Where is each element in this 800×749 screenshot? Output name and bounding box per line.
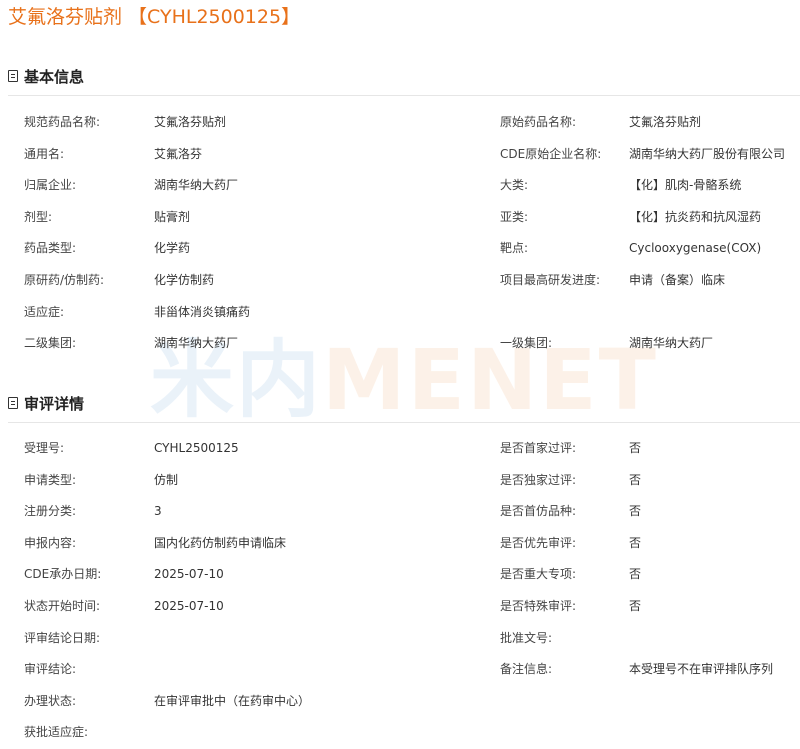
field-label: 适应症: <box>24 304 65 319</box>
info-row: 归属企业: 湖南华纳大药厂 大类: 【化】肌肉-骨骼系统 <box>0 170 800 202</box>
section-header-basic: 基本信息 <box>8 64 84 88</box>
field-value: 国内化药仿制药申请临床 <box>154 535 287 550</box>
field-value: 否 <box>629 441 642 455</box>
info-row: 原研药/仿制药: 化学仿制药 项目最高研发进度: 申请（备案）临床 <box>0 265 800 297</box>
field-label: 注册分类: <box>24 504 77 519</box>
section-divider <box>8 422 800 423</box>
field-value: 湖南华纳大药厂 <box>154 178 239 193</box>
field-label: 是否首仿品种: <box>500 504 577 519</box>
field-value: 非甾体消炎镇痛药 <box>154 304 251 319</box>
info-row: 注册分类: 3 是否首仿品种: 否 <box>0 496 800 528</box>
field-label: 是否独家过评: <box>500 472 577 487</box>
basic-info-table: 规范药品名称: 艾氟洛芬贴剂 原始药品名称: 艾氟洛芬贴剂通用名: 艾氟洛芬 CDE原始企… <box>0 107 800 360</box>
field-label: 是否特殊审评: <box>500 598 577 613</box>
field-value: 艾氟洛芬贴剂 <box>629 115 702 129</box>
field-value: 否 <box>629 598 642 613</box>
field-label: 是否首家过评: <box>500 441 577 455</box>
info-row: 获批适应症: <box>0 717 800 749</box>
info-row: 受理号: CYHL2500125 是否首家过评: 否 <box>0 433 800 465</box>
field-value: 否 <box>629 535 642 550</box>
field-label: 规范药品名称: <box>24 115 101 129</box>
field-label: 亚类: <box>500 209 529 224</box>
field-value: 否 <box>629 567 642 582</box>
field-label: CDE原始企业名称: <box>500 146 602 161</box>
field-value: 2025-07-10 <box>154 598 224 613</box>
field-label: 是否优先审评: <box>500 535 577 550</box>
section-header-review: 审评详情 <box>8 391 84 415</box>
info-row: 审评结论: 备注信息: 本受理号不在审评排队序列 <box>0 654 800 686</box>
field-label: 原始药品名称: <box>500 115 577 129</box>
field-label: 药品类型: <box>24 241 77 256</box>
field-value: 艾氟洛芬贴剂 <box>154 115 227 129</box>
field-value: 【化】肌肉-骨骼系统 <box>629 178 742 193</box>
field-label: 状态开始时间: <box>24 598 101 613</box>
field-label: 剂型: <box>24 209 53 224</box>
field-label: 大类: <box>500 178 529 193</box>
section-divider <box>8 95 800 96</box>
field-value: 贴膏剂 <box>154 209 191 224</box>
field-value: 化学药 <box>154 241 191 256</box>
info-row: 通用名: 艾氟洛芬 CDE原始企业名称: 湖南华纳大药厂股份有限公司 <box>0 139 800 171</box>
field-value: 仿制 <box>154 472 179 487</box>
info-row: 规范药品名称: 艾氟洛芬贴剂 原始药品名称: 艾氟洛芬贴剂 <box>0 107 800 139</box>
page-title: 艾氟洛芬贴剂 【CYHL2500125】 <box>8 6 301 28</box>
field-label: 审评结论: <box>24 662 77 677</box>
field-value: 【化】抗炎药和抗风湿药 <box>629 209 762 224</box>
field-label: 靶点: <box>500 241 529 256</box>
field-label: 项目最高研发进度: <box>500 272 601 287</box>
field-value: 艾氟洛芬 <box>154 146 203 161</box>
field-label: 备注信息: <box>500 662 553 677</box>
info-row: 评审结论日期: 批准文号: <box>0 623 800 655</box>
field-label: 是否重大专项: <box>500 567 577 582</box>
field-label: 申报内容: <box>24 535 77 550</box>
field-value: 否 <box>629 472 642 487</box>
field-label: 归属企业: <box>24 178 77 193</box>
field-value: 化学仿制药 <box>154 272 215 287</box>
field-value: 3 <box>154 504 162 519</box>
field-label: 办理状态: <box>24 693 77 708</box>
field-value: 在审评审批中（在药审中心） <box>154 693 311 708</box>
field-label: 受理号: <box>24 441 65 455</box>
field-value: 湖南华纳大药厂 <box>629 336 714 351</box>
section-title-basic: 基本信息 <box>24 67 85 86</box>
info-row: 二级集团: 湖南华纳大药厂 一级集团: 湖南华纳大药厂 <box>0 328 800 360</box>
field-label: 批准文号: <box>500 630 553 645</box>
section-title-review: 审评详情 <box>24 394 85 413</box>
document-icon <box>8 397 18 409</box>
info-row: 药品类型: 化学药 靶点: Cyclooxygenase(COX) <box>0 233 800 265</box>
review-detail-table: 受理号: CYHL2500125 是否首家过评: 否申请类型: 仿制 是否独家过评: 否注册… <box>0 433 800 749</box>
field-value: 湖南华纳大药厂股份有限公司 <box>629 146 786 161</box>
info-row: 剂型: 贴膏剂 亚类: 【化】抗炎药和抗风湿药 <box>0 202 800 234</box>
info-row: 办理状态: 在审评审批中（在药审中心） <box>0 686 800 718</box>
field-label: 获批适应症: <box>24 725 89 740</box>
field-label: 原研药/仿制药: <box>24 272 105 287</box>
field-label: 评审结论日期: <box>24 630 101 645</box>
field-label: 通用名: <box>24 146 65 161</box>
field-label: 申请类型: <box>24 472 77 487</box>
field-value: 申请（备案）临床 <box>629 272 726 287</box>
info-row: 适应症: 非甾体消炎镇痛药 <box>0 297 800 329</box>
info-row: CDE承办日期: 2025-07-10 是否重大专项: 否 <box>0 559 800 591</box>
info-row: 状态开始时间: 2025-07-10 是否特殊审评: 否 <box>0 591 800 623</box>
info-row: 申报内容: 国内化药仿制药申请临床 是否优先审评: 否 <box>0 528 800 560</box>
field-value: 2025-07-10 <box>154 567 224 582</box>
field-label: 一级集团: <box>500 336 553 351</box>
field-value: CYHL2500125 <box>154 441 239 455</box>
document-icon <box>8 70 18 82</box>
field-value: 本受理号不在审评排队序列 <box>629 662 774 677</box>
info-row: 申请类型: 仿制 是否独家过评: 否 <box>0 465 800 497</box>
field-value: 湖南华纳大药厂 <box>154 336 239 351</box>
field-value: 否 <box>629 504 642 519</box>
field-label: CDE承办日期: <box>24 567 102 582</box>
field-value: Cyclooxygenase(COX) <box>629 241 762 256</box>
field-label: 二级集团: <box>24 336 77 351</box>
